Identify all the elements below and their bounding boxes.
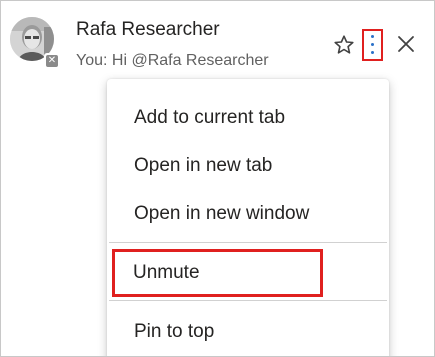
more-options-icon xyxy=(371,35,374,59)
menu-item-add-to-current-tab[interactable]: Add to current tab xyxy=(107,95,389,141)
contact-name: Rafa Researcher xyxy=(76,19,220,40)
menu-item-open-in-new-tab[interactable]: Open in new tab xyxy=(107,143,389,189)
more-options-button[interactable] xyxy=(362,29,383,61)
menu-item-unmute[interactable]: Unmute xyxy=(112,249,323,297)
favorite-button[interactable] xyxy=(332,33,356,57)
chat-list-item[interactable]: ✕ Rafa Researcher You: Hi @Rafa Research… xyxy=(1,1,434,81)
chat-window: ✕ Rafa Researcher You: Hi @Rafa Research… xyxy=(0,0,435,357)
star-icon xyxy=(334,35,354,54)
menu-divider xyxy=(109,242,387,243)
menu-item-open-in-new-window[interactable]: Open in new window xyxy=(107,191,389,237)
context-menu: Add to current tab Open in new tab Open … xyxy=(107,79,389,356)
menu-item-pin-to-top[interactable]: Pin to top xyxy=(107,309,389,355)
close-button[interactable] xyxy=(396,34,416,54)
menu-divider xyxy=(109,300,387,301)
close-icon xyxy=(398,36,414,52)
presence-icon: ✕ xyxy=(46,55,58,67)
message-preview: You: Hi @Rafa Researcher xyxy=(76,52,269,69)
presence-badge: ✕ xyxy=(44,53,60,69)
